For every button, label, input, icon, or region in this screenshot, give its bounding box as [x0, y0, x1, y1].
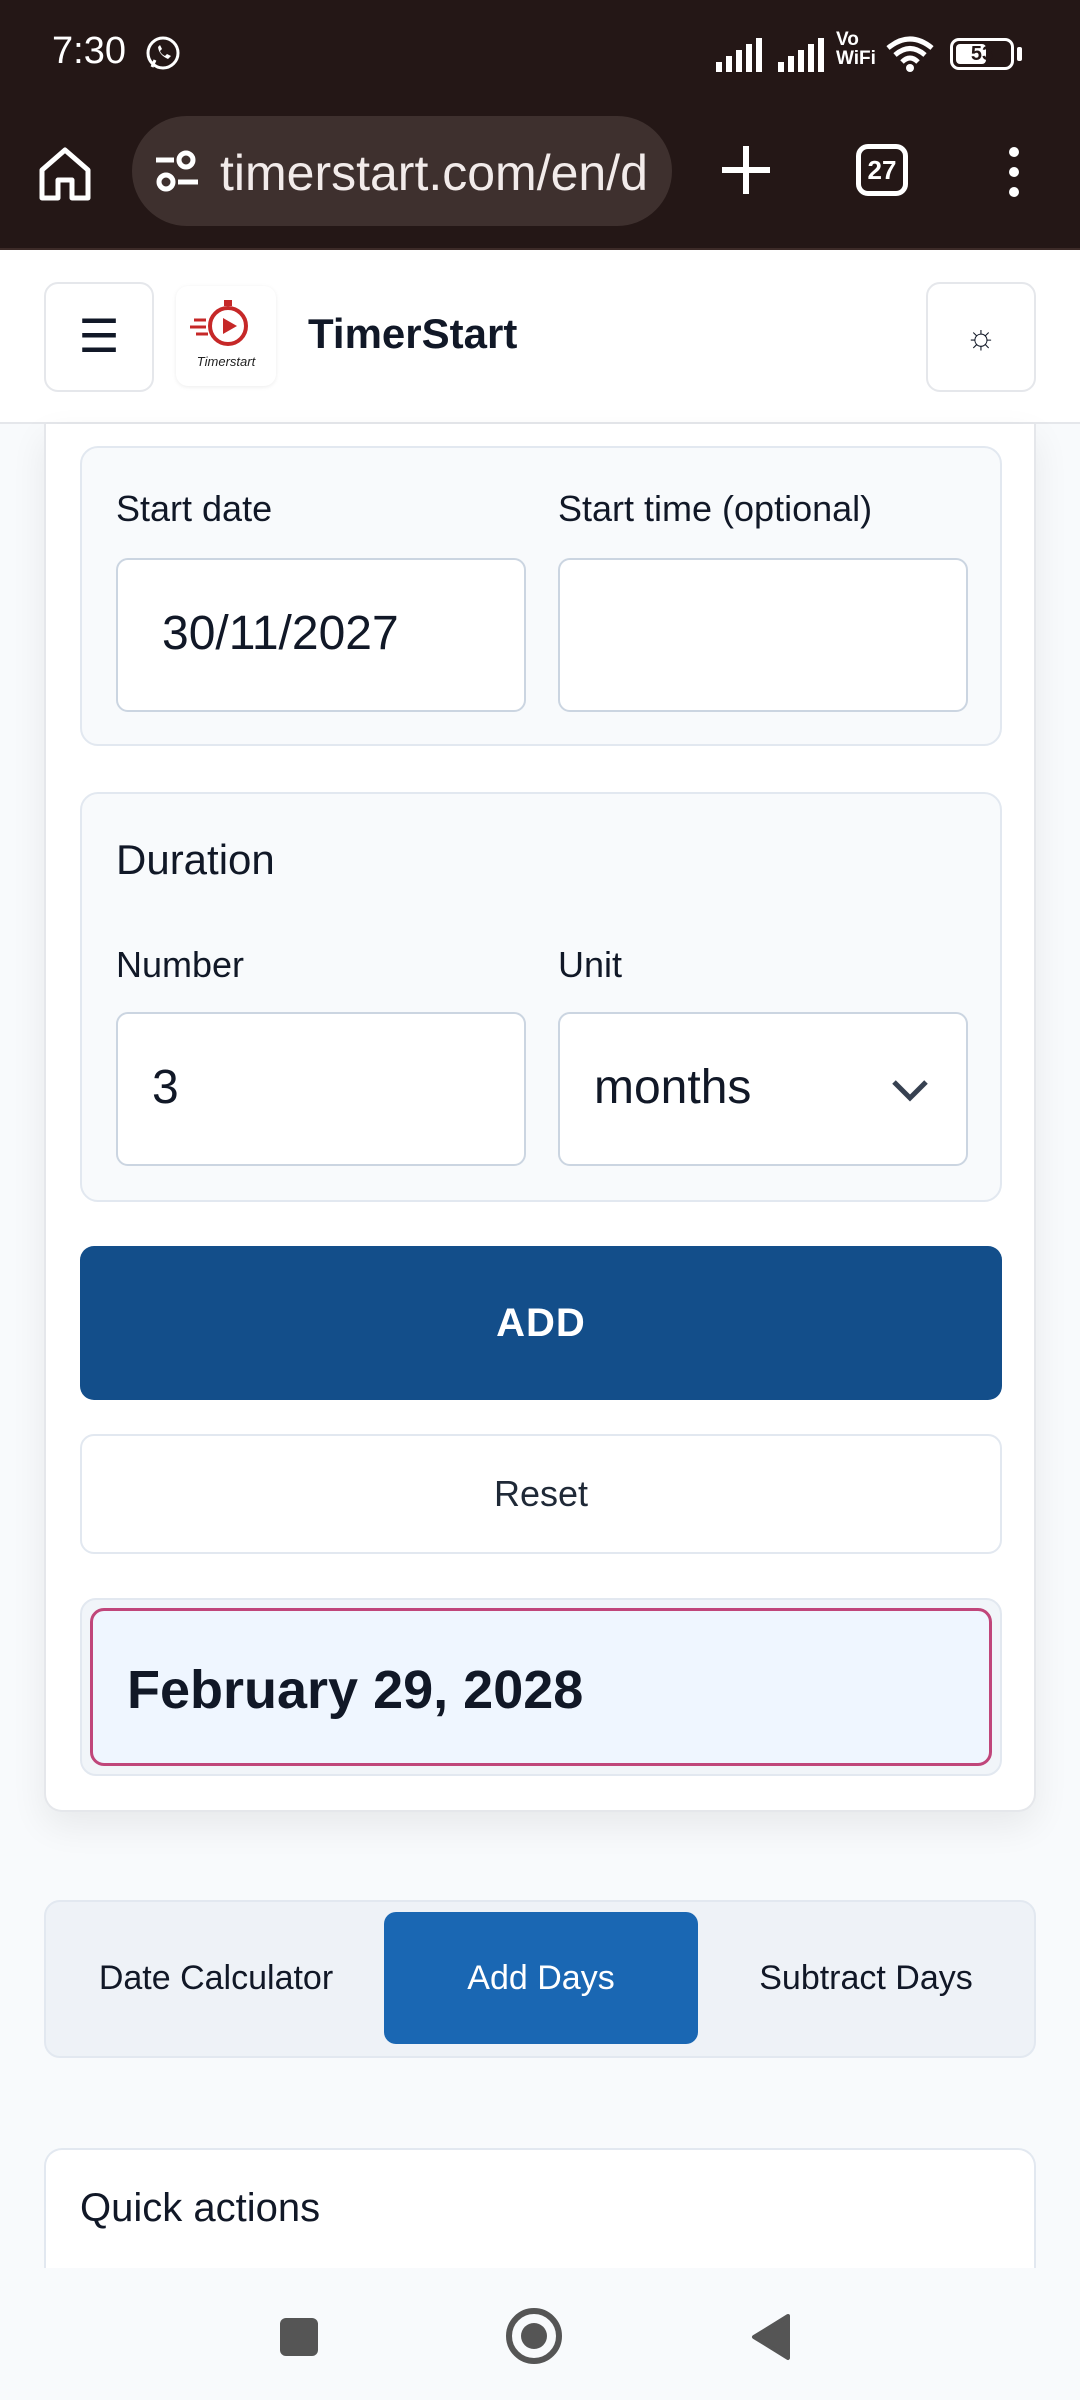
battery-icon: 53	[950, 38, 1014, 70]
calculator-tabs: Date Calculator Add Days Subtract Days	[44, 1900, 1036, 2058]
tab-subtract-days[interactable]: Subtract Days	[706, 1912, 1026, 2044]
number-input[interactable]: 3	[116, 1012, 526, 1166]
address-bar[interactable]: timerstart.com/en/d	[132, 116, 672, 226]
start-date-input[interactable]: 30/11/2027	[116, 558, 526, 712]
signal-icon	[716, 38, 762, 72]
result-date: February 29, 2028	[127, 1660, 584, 1720]
tabs-icon[interactable]: 27	[856, 144, 908, 196]
start-date-value: 30/11/2027	[162, 607, 399, 660]
theme-toggle-button[interactable]: ☼	[926, 282, 1036, 392]
calculator-card: Start date Start time (optional) 30/11/2…	[44, 424, 1036, 1812]
site-title[interactable]: TimerStart	[308, 310, 517, 358]
unit-select[interactable]: months	[558, 1012, 968, 1166]
start-time-label: Start time (optional)	[558, 488, 873, 529]
browser-toolbar: timerstart.com/en/d 27	[0, 108, 1080, 250]
start-panel: Start date Start time (optional) 30/11/2…	[80, 446, 1002, 746]
site-header: ☰ Timerstart TimerStart ☼	[0, 250, 1080, 424]
battery-level: 53	[970, 43, 994, 65]
add-button[interactable]: ADD	[80, 1246, 1002, 1400]
status-bar: 7:30 Vo WiFi 53	[0, 0, 1080, 108]
site-settings-icon[interactable]	[152, 148, 202, 194]
unit-value: months	[594, 1061, 752, 1114]
tab-add-days[interactable]: Add Days	[384, 1912, 698, 2044]
start-time-input[interactable]	[558, 558, 968, 712]
battery-tip	[1017, 47, 1022, 61]
status-time: 7:30	[52, 30, 126, 72]
unit-label: Unit	[558, 944, 623, 985]
chevron-down-icon	[892, 1080, 928, 1102]
home-icon[interactable]	[34, 142, 96, 204]
number-value: 3	[152, 1061, 179, 1114]
stopwatch-logo-icon	[190, 300, 248, 346]
quick-actions-title: Quick actions	[80, 2186, 321, 2230]
whatsapp-icon	[146, 36, 180, 70]
home-nav-icon[interactable]	[506, 2308, 562, 2364]
duration-title: Duration	[116, 836, 275, 883]
number-label: Number	[116, 944, 245, 985]
result-box: February 29, 2028	[90, 1608, 992, 1766]
start-date-label: Start date	[116, 488, 273, 529]
new-tab-plus-icon[interactable]	[716, 140, 776, 200]
url-text[interactable]: timerstart.com/en/d	[220, 144, 648, 202]
recents-icon[interactable]	[280, 2318, 318, 2356]
quick-actions-card: Quick actions	[44, 2148, 1036, 2268]
tab-date-calculator[interactable]: Date Calculator	[56, 1912, 376, 2044]
result-panel: February 29, 2028	[80, 1598, 1002, 1776]
logo-text: Timerstart	[196, 354, 256, 369]
reset-button[interactable]: Reset	[80, 1434, 1002, 1554]
more-vert-icon[interactable]	[996, 142, 1032, 202]
hamburger-menu-button[interactable]: ☰	[44, 282, 154, 392]
vowifi-indicator: Vo WiFi	[836, 29, 876, 69]
system-nav-bar	[0, 2268, 1080, 2400]
duration-panel: Duration Number Unit 3 months	[80, 792, 1002, 1202]
wifi-icon	[886, 36, 934, 72]
site-logo[interactable]: Timerstart	[176, 286, 276, 386]
back-icon[interactable]	[748, 2312, 792, 2362]
signal-icon	[778, 38, 824, 72]
